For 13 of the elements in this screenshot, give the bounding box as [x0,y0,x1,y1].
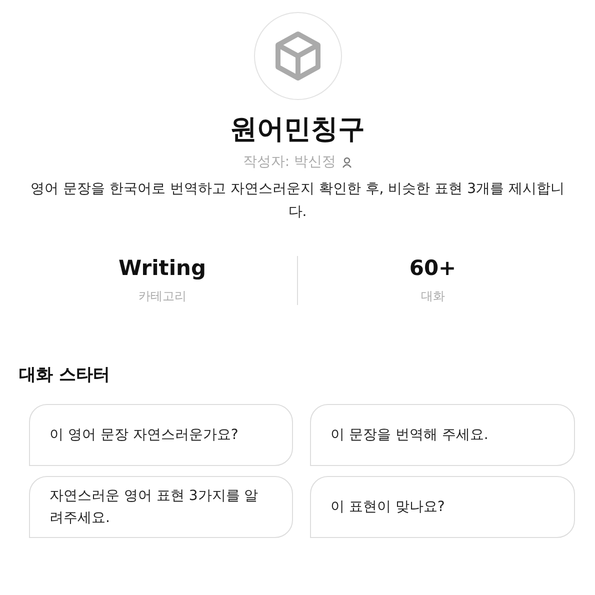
gpt-name: 원어민칭구 [230,113,365,147]
person-icon [342,156,352,168]
starter-button[interactable]: 자연스러운 영어 표현 3가지를 알려주세요. [28,476,292,538]
starter-button[interactable]: 이 문장을 번역해 주세요. [310,404,574,466]
starter-button[interactable]: 이 영어 문장 자연스러운가요? [28,404,292,466]
starter-button[interactable]: 이 표현이 맞나요? [310,476,574,538]
description: 영어 문장을 한국어로 번역하고 자연스러운지 확인한 후, 비슷한 표현 3개를 제시합니다. [30,180,566,222]
stat-label: 대화 [420,288,445,306]
stat-label: 카테고리 [138,288,186,306]
section-title: 대화 스타터 [19,364,110,386]
stat-value: Writing [118,256,206,280]
author-text: 작성자: 박신정 [242,153,336,172]
stat-value: 60+ [409,256,456,280]
